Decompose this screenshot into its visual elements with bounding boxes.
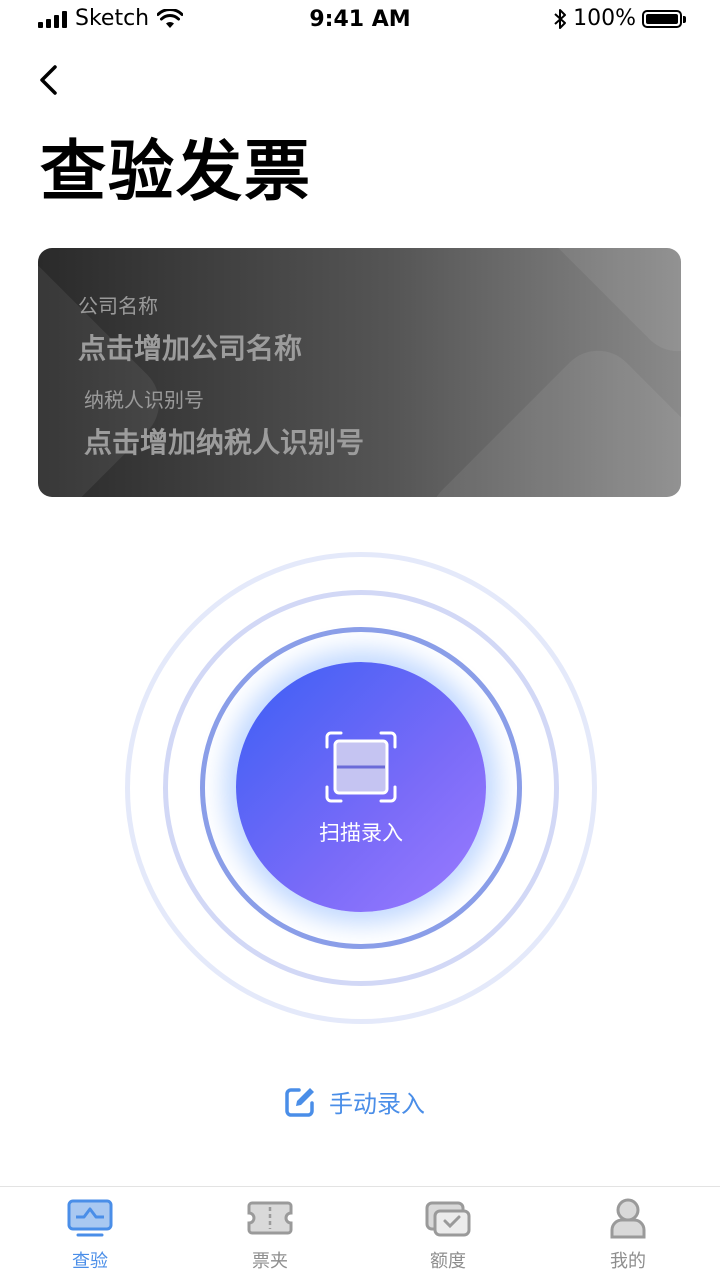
tab-mine[interactable]: 我的	[568, 1197, 688, 1273]
tab-label: 票夹	[252, 1251, 288, 1272]
company-name-field[interactable]: 公司名称 点击增加公司名称	[78, 290, 302, 367]
ticket-icon	[247, 1201, 293, 1235]
card-decoration	[414, 334, 681, 497]
battery-icon	[642, 9, 686, 28]
tab-label: 我的	[610, 1251, 646, 1272]
scan-icon	[325, 731, 397, 803]
scan-entry-label: 扫描录入	[319, 821, 403, 845]
taxpayer-id-field[interactable]: 纳税人识别号 点击增加纳税人识别号	[84, 384, 364, 461]
monitor-icon	[67, 1199, 113, 1237]
edit-icon	[285, 1087, 314, 1117]
page-title: 查验发票	[40, 133, 312, 210]
user-icon	[610, 1198, 646, 1239]
tab-label: 查验	[72, 1251, 108, 1272]
status-right: 100%	[553, 6, 686, 31]
company-card: 公司名称 点击增加公司名称 纳税人识别号 点击增加纳税人识别号	[38, 248, 681, 497]
taxpayer-id-placeholder: 点击增加纳税人识别号	[84, 426, 365, 459]
manual-entry-button[interactable]: 手动录入	[283, 1084, 425, 1119]
tab-verify[interactable]: 查验	[30, 1197, 150, 1273]
tab-label: 额度	[430, 1251, 466, 1272]
bluetooth-icon	[554, 8, 567, 29]
tab-quota[interactable]: 额度	[388, 1197, 508, 1273]
tab-bar: 查验 票夹 额度 我的	[0, 1186, 720, 1282]
quota-icon	[425, 1201, 471, 1237]
chevron-left-icon	[40, 65, 57, 95]
scan-entry-button[interactable]: 扫描录入	[236, 662, 486, 912]
status-bar: Sketch 9:41 AM 100%	[0, 0, 720, 40]
tab-ticket-folder[interactable]: 票夹	[210, 1197, 330, 1273]
manual-entry-label: 手动录入	[329, 1090, 425, 1118]
taxpayer-id-label: 纳税人识别号	[84, 388, 204, 412]
company-name-placeholder: 点击增加公司名称	[78, 332, 303, 365]
battery-percent: 100%	[573, 6, 636, 31]
company-name-label: 公司名称	[78, 294, 158, 318]
back-button[interactable]	[28, 60, 72, 104]
